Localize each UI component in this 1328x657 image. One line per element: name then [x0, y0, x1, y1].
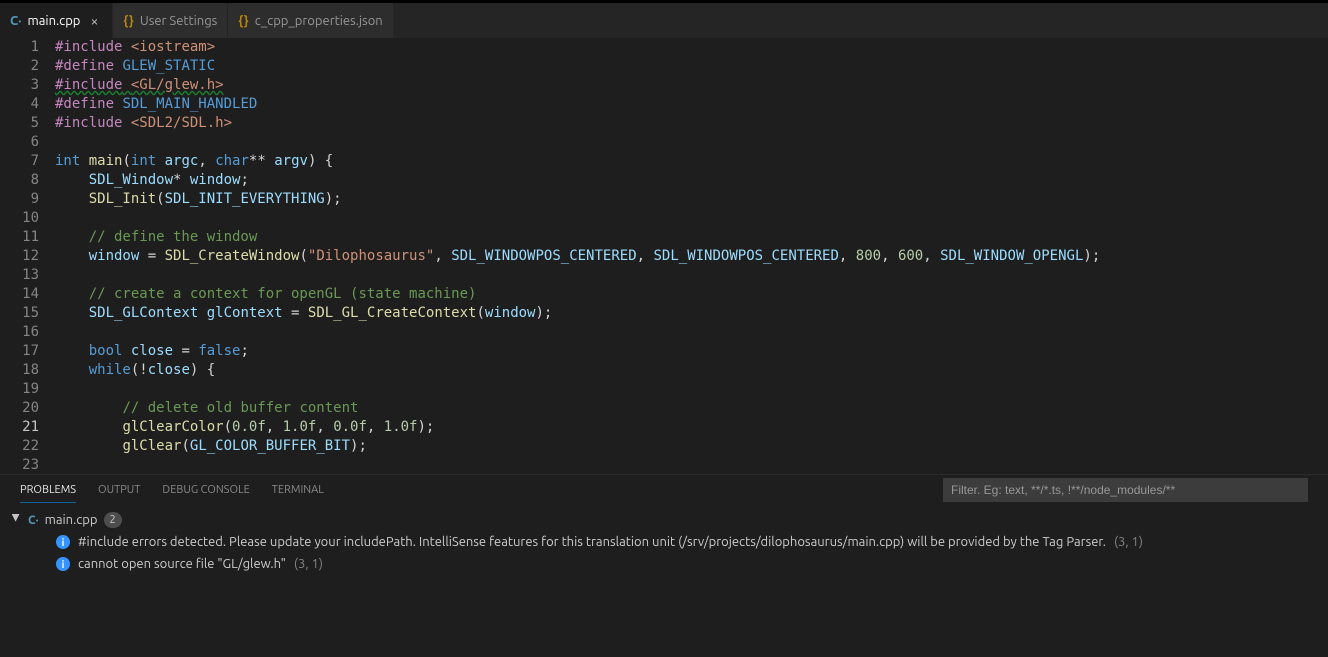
code-line[interactable]: glClear(GL_COLOR_BUFFER_BIT); — [55, 437, 1328, 456]
line-number: 17 — [0, 342, 39, 361]
problem-message: #include errors detected. Please update … — [78, 535, 1106, 549]
info-icon: i — [56, 535, 70, 549]
line-number: 1 — [0, 38, 39, 57]
code-line[interactable] — [55, 380, 1328, 399]
panel-tab-output[interactable]: OUTPUT — [98, 478, 140, 502]
editor-tab[interactable]: {} User Settings — [113, 3, 228, 38]
code-line[interactable]: // define the window — [55, 228, 1328, 247]
panel-tab-bar: PROBLEMS OUTPUT DEBUG CONSOLE TERMINAL — [0, 475, 1328, 505]
code-line[interactable]: #include <iostream> — [55, 38, 1328, 57]
code-line[interactable]: bool close = false; — [55, 342, 1328, 361]
code-line[interactable] — [55, 266, 1328, 285]
problem-location: (3, 1) — [1114, 535, 1143, 549]
chevron-down-icon: ▶ — [10, 514, 22, 526]
line-number: 21 — [0, 418, 39, 437]
line-number: 18 — [0, 361, 39, 380]
line-number: 12 — [0, 247, 39, 266]
line-number: 9 — [0, 190, 39, 209]
problem-message: cannot open source file "GL/glew.h" — [78, 557, 286, 571]
line-number: 16 — [0, 323, 39, 342]
line-number: 8 — [0, 171, 39, 190]
code-line[interactable]: // create a context for openGL (state ma… — [55, 285, 1328, 304]
code-line[interactable]: glClearColor(0.0f, 1.0f, 0.0f, 1.0f); — [55, 418, 1328, 437]
problem-row[interactable]: i cannot open source file "GL/glew.h" (3, … — [10, 553, 1318, 575]
code-line[interactable]: #define SDL_MAIN_HANDLED — [55, 95, 1328, 114]
tab-label: main.cpp — [28, 14, 81, 28]
line-number: 19 — [0, 380, 39, 399]
code-line[interactable] — [55, 133, 1328, 152]
code-line[interactable]: SDL_Window* window; — [55, 171, 1328, 190]
panel-tab-debug-console[interactable]: DEBUG CONSOLE — [162, 478, 249, 502]
line-number: 15 — [0, 304, 39, 323]
problems-filter-input[interactable] — [943, 478, 1308, 502]
json-file-icon: {} — [238, 14, 248, 28]
code-editor[interactable]: 1234567891011121314151617181920212223 #i… — [0, 38, 1328, 474]
problem-location: (3, 1) — [294, 557, 323, 571]
line-number: 5 — [0, 114, 39, 133]
code-line[interactable] — [55, 456, 1328, 474]
panel-tab-problems[interactable]: PROBLEMS — [20, 478, 76, 503]
line-number: 11 — [0, 228, 39, 247]
line-number: 4 — [0, 95, 39, 114]
line-number: 14 — [0, 285, 39, 304]
line-number: 22 — [0, 437, 39, 456]
problem-row[interactable]: i #include errors detected. Please update… — [10, 531, 1318, 553]
code-line[interactable]: // delete old buffer content — [55, 399, 1328, 418]
code-line[interactable] — [55, 209, 1328, 228]
problems-file-row[interactable]: ▶ C⁠· main.cpp 2 — [10, 509, 1318, 531]
editor-tab[interactable]: C· main.cpp × — [0, 3, 113, 38]
line-number: 3 — [0, 76, 39, 95]
code-line[interactable]: window = SDL_CreateWindow("Dilophosaurus… — [55, 247, 1328, 266]
editor-tab-bar: C· main.cpp × {} User Settings {} c_cpp_proper… — [0, 3, 1328, 38]
line-number: 7 — [0, 152, 39, 171]
problems-list: ▶ C⁠· main.cpp 2 i #include errors detect… — [0, 505, 1328, 657]
line-number-gutter: 1234567891011121314151617181920212223 — [0, 38, 55, 474]
panel-tab-terminal[interactable]: TERMINAL — [272, 478, 324, 502]
tab-label: c_cpp_properties.json — [255, 14, 383, 28]
editor-tab[interactable]: {} c_cpp_properties.json — [228, 3, 393, 38]
line-number: 6 — [0, 133, 39, 152]
tab-label: User Settings — [140, 14, 218, 28]
cpp-file-icon: C⁠· — [28, 514, 39, 527]
line-number: 10 — [0, 209, 39, 228]
cpp-file-icon: C· — [10, 14, 22, 28]
line-number: 2 — [0, 57, 39, 76]
bottom-panel: PROBLEMS OUTPUT DEBUG CONSOLE TERMINAL ▶ C⁠… — [0, 474, 1328, 657]
line-number: 13 — [0, 266, 39, 285]
problems-file-name: main.cpp — [45, 513, 98, 527]
info-icon: i — [56, 557, 70, 571]
line-number: 20 — [0, 399, 39, 418]
code-area[interactable]: #include <iostream>#define GLEW_STATIC#i… — [55, 38, 1328, 474]
close-icon[interactable]: × — [86, 13, 102, 29]
code-line[interactable]: #include <SDL2/SDL.h> — [55, 114, 1328, 133]
code-line[interactable] — [55, 323, 1328, 342]
code-line[interactable]: SDL_Init(SDL_INIT_EVERYTHING); — [55, 190, 1328, 209]
code-line[interactable]: while(!close) { — [55, 361, 1328, 380]
problems-count-badge: 2 — [104, 512, 122, 528]
json-file-icon: {} — [123, 14, 133, 28]
code-line[interactable]: SDL_GLContext glContext = SDL_GL_CreateC… — [55, 304, 1328, 323]
code-line[interactable]: #define GLEW_STATIC — [55, 57, 1328, 76]
line-number: 23 — [0, 456, 39, 474]
code-line[interactable]: #include <GL/glew.h> — [55, 76, 1328, 95]
code-line[interactable]: int main(int argc, char** argv) { — [55, 152, 1328, 171]
